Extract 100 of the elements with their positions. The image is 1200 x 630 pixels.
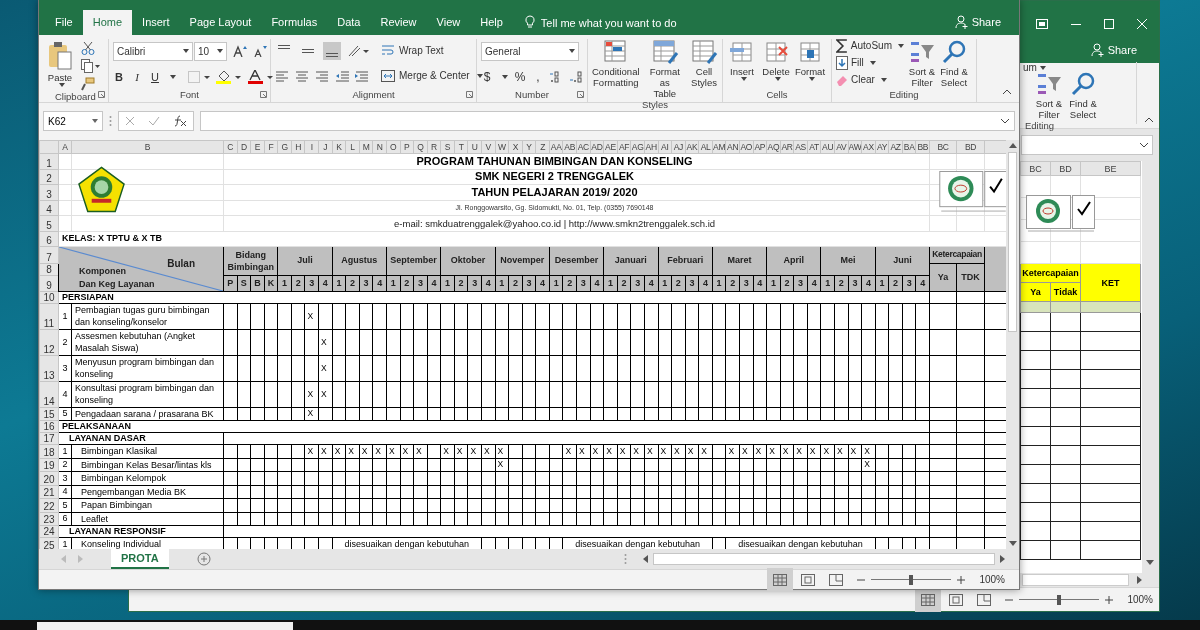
column-header[interactable]: A <box>58 140 72 154</box>
sort-filter-button[interactable]: Sort & Filter <box>908 38 936 89</box>
row-header[interactable]: 12 <box>39 329 59 356</box>
zoom-level[interactable]: 100% <box>1127 594 1153 605</box>
caret-icon[interactable] <box>170 74 176 79</box>
currency-button[interactable]: $ <box>481 69 493 84</box>
column-header[interactable]: BE <box>1080 161 1141 176</box>
column-header[interactable]: B <box>71 140 224 154</box>
font-color-icon[interactable] <box>248 69 274 84</box>
column-header[interactable]: BD <box>956 140 985 154</box>
ribbon-tab[interactable]: Formulas <box>261 9 328 35</box>
number-format-field[interactable]: General <box>481 41 579 61</box>
collapse-ribbon-icon[interactable] <box>1145 117 1153 122</box>
font-size-field[interactable]: 10 <box>194 41 227 61</box>
ribbon-tab[interactable]: Insert <box>132 9 180 35</box>
scroll-down-icon[interactable] <box>1145 560 1154 565</box>
autosum-button[interactable]: AutoSum <box>836 38 904 53</box>
ribbon-tab[interactable]: Home <box>82 9 133 35</box>
wrap-text-button[interactable]: Wrap Text <box>381 43 444 58</box>
underline-button[interactable]: U <box>149 70 161 83</box>
ribbon-tab[interactable]: Data <box>327 9 371 35</box>
column-header[interactable]: BC <box>929 140 957 154</box>
format-painter-icon[interactable] <box>81 76 95 91</box>
horizontal-scrollbar[interactable] <box>1022 574 1130 586</box>
find-select-button[interactable]: Find & Select <box>1069 71 1097 120</box>
row-header[interactable]: 11 <box>39 303 59 330</box>
ribbon-tab[interactable]: Page Layout <box>179 9 262 35</box>
formula-field[interactable] <box>200 111 1015 132</box>
ribbon-tab[interactable]: View <box>426 9 471 35</box>
cell-styles-button[interactable]: Cell Styles <box>690 38 718 99</box>
zoom-slider-thumb[interactable] <box>909 574 914 585</box>
row-header[interactable]: 14 <box>39 381 59 408</box>
clear-button[interactable]: Clear <box>836 72 904 87</box>
insert-function-icon[interactable] <box>172 115 187 128</box>
scroll-up-icon[interactable] <box>1008 143 1017 149</box>
conditional-formatting-button[interactable]: Conditional Formatting <box>592 38 640 99</box>
ribbon-tab[interactable]: Help <box>470 9 513 35</box>
merge-center-button[interactable]: Merge & Center <box>381 68 483 83</box>
scroll-right-icon[interactable] <box>1000 555 1005 564</box>
share-button[interactable]: Share <box>1090 42 1137 57</box>
ribbon-tab[interactable]: File <box>45 9 83 35</box>
row-header[interactable]: 13 <box>39 355 59 382</box>
format-button[interactable]: Format <box>795 38 825 89</box>
scissors-icon[interactable] <box>81 40 95 55</box>
fill-color-icon[interactable] <box>216 69 242 84</box>
sort-filter-button[interactable]: Sort & Filter <box>1035 71 1063 120</box>
scroll-down-icon[interactable] <box>1008 541 1017 547</box>
caret-icon <box>880 77 887 82</box>
close-icon[interactable] <box>1137 18 1147 29</box>
grow-font-icon[interactable] <box>233 45 247 58</box>
zoom-in-icon[interactable] <box>1105 595 1114 604</box>
page-break-icon[interactable] <box>977 593 992 606</box>
orientation-icon[interactable] <box>347 43 369 58</box>
column-header[interactable]: BC <box>1020 161 1051 176</box>
autosum-label[interactable]: um <box>1023 62 1037 73</box>
zoom-level[interactable]: 100% <box>979 574 1005 586</box>
borders-icon[interactable] <box>188 70 210 83</box>
column-header[interactable]: BB <box>916 140 930 154</box>
ribbon-tab[interactable]: Review <box>370 9 427 35</box>
name-box[interactable]: K62 <box>43 111 103 132</box>
maximize-icon[interactable] <box>1104 18 1114 29</box>
column-header[interactable]: BD <box>1050 161 1081 176</box>
find-select-button[interactable]: Find & Select <box>940 38 968 89</box>
copy-icon[interactable] <box>81 58 101 73</box>
scroll-left-icon[interactable] <box>643 555 648 564</box>
restore-icon[interactable] <box>1036 18 1048 29</box>
insert-button[interactable]: Insert <box>727 38 757 89</box>
page-layout-icon[interactable] <box>801 573 816 586</box>
format-as-table-button[interactable]: Format as Table <box>645 38 684 99</box>
dialog-launcher-icon[interactable] <box>98 90 105 98</box>
tell-me-search[interactable]: Tell me what you want to do <box>540 16 677 29</box>
vertical-scrollbar[interactable] <box>1006 140 1019 550</box>
sheet-tab[interactable]: PROTA <box>111 549 169 570</box>
formula-field[interactable] <box>1021 135 1153 155</box>
dialog-launcher-icon[interactable] <box>260 90 267 98</box>
zoom-in-icon[interactable] <box>957 575 966 584</box>
share-button[interactable]: Share <box>954 14 1001 29</box>
dialog-launcher-icon[interactable] <box>466 90 473 98</box>
percent-button[interactable]: % <box>514 69 526 84</box>
collapse-ribbon-icon[interactable] <box>1003 88 1011 94</box>
scroll-thumb[interactable] <box>1008 152 1017 333</box>
zoom-slider-thumb[interactable] <box>1057 594 1062 605</box>
bold-button[interactable]: B <box>113 70 125 83</box>
add-sheet-icon[interactable] <box>196 552 211 567</box>
shrink-font-icon[interactable] <box>253 45 267 58</box>
fill-button[interactable]: Fill <box>836 55 904 70</box>
delete-button[interactable]: Delete <box>761 38 791 89</box>
indent-icons[interactable] <box>335 69 369 82</box>
dialog-launcher-icon[interactable] <box>577 90 584 98</box>
page-layout-icon[interactable] <box>949 593 964 606</box>
comma-button[interactable]: , <box>532 69 544 84</box>
page-break-icon[interactable] <box>829 573 844 586</box>
paste-button[interactable]: Paste <box>43 38 77 91</box>
caret-icon[interactable] <box>502 74 508 79</box>
font-name-field[interactable]: Calibri <box>113 41 193 61</box>
decrease-decimal-icon[interactable] <box>570 70 584 83</box>
vertical-align-button[interactable] <box>323 41 341 60</box>
italic-button[interactable]: I <box>131 70 143 83</box>
expand-icon[interactable] <box>1001 118 1009 124</box>
dropdown-icon[interactable] <box>1140 142 1148 148</box>
